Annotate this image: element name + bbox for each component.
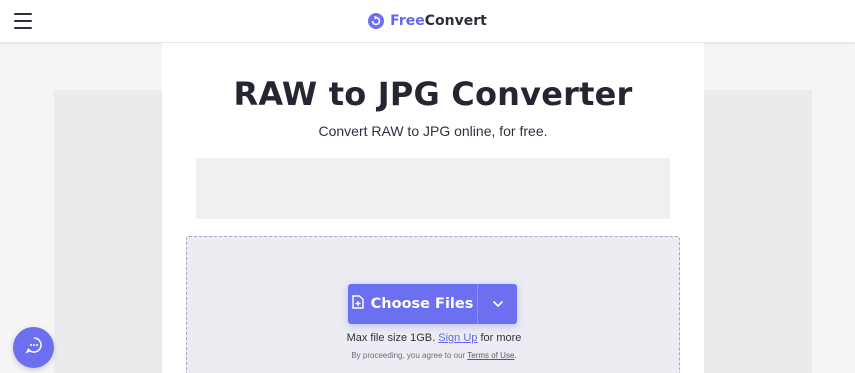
max-size-prefix: Max file size 1GB. [346, 332, 436, 344]
page-title: RAW to JPG Converter [233, 75, 633, 113]
sign-up-link[interactable]: Sign Up [438, 332, 477, 344]
logo-text-free: Free [390, 13, 425, 29]
choose-files-group: Choose Files [348, 284, 517, 324]
freeconvert-logo[interactable]: FreeConvert [368, 13, 487, 29]
terms-notice: By proceeding, you agree to our Terms of… [187, 351, 681, 360]
max-file-size-text: Max file size 1GB. Sign Up for more [187, 332, 681, 344]
terms-suffix: . [514, 351, 517, 360]
terms-prefix: By proceeding, you agree to our [351, 351, 466, 360]
logo-text-convert: Convert [424, 13, 487, 29]
terms-of-use-link[interactable]: Terms of Use [467, 351, 514, 360]
file-add-icon [351, 295, 364, 313]
hamburger-menu-icon[interactable] [14, 13, 32, 29]
top-navbar: FreeConvert [0, 0, 855, 43]
upload-source-dropdown-button[interactable] [478, 284, 517, 324]
logo-text: FreeConvert [390, 13, 487, 29]
page-subtitle: Convert RAW to JPG online, for free. [318, 123, 548, 139]
chevron-down-icon [492, 295, 504, 313]
refresh-circle-icon [368, 13, 385, 29]
chat-bubble-icon [24, 336, 43, 359]
max-size-suffix: for more [480, 332, 522, 344]
chat-support-button[interactable] [13, 327, 54, 368]
ad-banner-placeholder [196, 158, 670, 219]
left-ad-placeholder [54, 90, 162, 373]
choose-files-label: Choose Files [370, 296, 474, 312]
right-ad-placeholder [704, 90, 812, 373]
file-dropzone[interactable]: Choose Files Max file size 1GB. Sign Up … [186, 236, 680, 373]
choose-files-button[interactable]: Choose Files [348, 284, 477, 324]
main-content: RAW to JPG Converter Convert RAW to JPG … [162, 43, 704, 373]
